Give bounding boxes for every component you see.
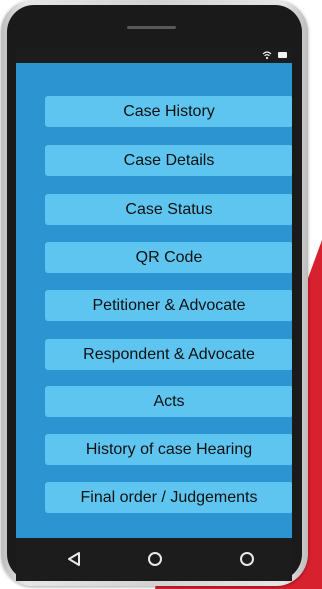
menu-item-case-details[interactable]: Case Details: [45, 145, 292, 176]
phone-body: Case History Case Details Case Status QR…: [7, 5, 302, 581]
page: Case History Case Details Case Status QR…: [0, 0, 322, 589]
menu-item-petitioner-advocate[interactable]: Petitioner & Advocate: [45, 290, 292, 321]
menu-item-acts[interactable]: Acts: [45, 386, 292, 417]
navigation-bar: [16, 538, 292, 581]
status-bar: [16, 48, 292, 63]
wifi-icon: [262, 51, 272, 60]
home-icon[interactable]: [146, 550, 164, 568]
menu-item-final-order-judgements[interactable]: Final order / Judgements: [45, 482, 292, 513]
menu-item-history-of-case-hearing[interactable]: History of case Hearing: [45, 434, 292, 465]
menu-item-case-status[interactable]: Case Status: [45, 194, 292, 225]
menu-item-case-history[interactable]: Case History: [45, 96, 292, 127]
menu-item-respondent-advocate[interactable]: Respondent & Advocate: [45, 339, 292, 370]
speaker-grille: [127, 26, 176, 29]
battery-icon: [278, 52, 287, 58]
back-icon[interactable]: [66, 550, 84, 568]
phone-screen: Case History Case Details Case Status QR…: [16, 48, 292, 538]
phone-frame: Case History Case Details Case Status QR…: [1, 0, 308, 586]
menu-item-qr-code[interactable]: QR Code: [45, 242, 292, 273]
recent-apps-icon[interactable]: [238, 550, 256, 568]
